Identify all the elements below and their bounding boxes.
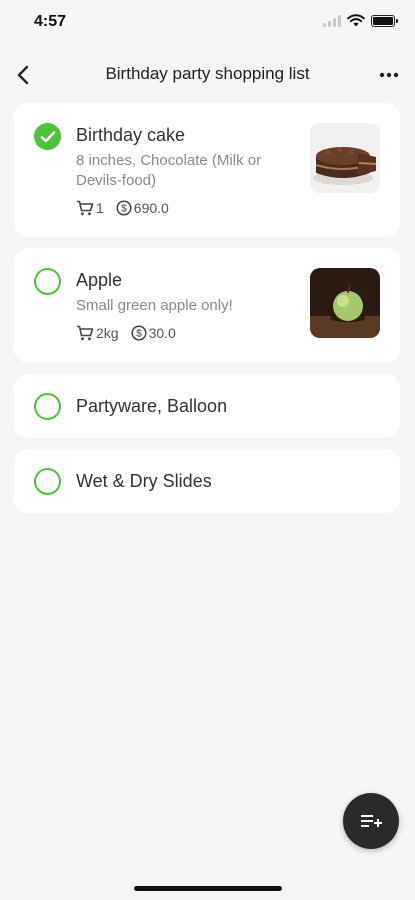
list-item-apple[interactable]: Apple Small green apple only! 2kg $ 30.0 (14, 248, 400, 363)
apple-image (310, 268, 380, 338)
item-title: Wet & Dry Slides (76, 471, 212, 491)
item-title: Partyware, Balloon (76, 396, 228, 416)
item-quantity: 1 (96, 200, 104, 216)
item-note: Small green apple only! (76, 297, 233, 314)
status-icons (323, 14, 398, 27)
status-bar: 4:57 (0, 0, 415, 46)
list-item-birthday-cake[interactable]: Birthday cake 8 inches, Chocolate (Milk … (14, 103, 400, 237)
playlist-add-icon (361, 815, 382, 827)
dollar-circle-icon: $ (131, 325, 147, 341)
wifi-icon (347, 14, 365, 27)
cart-icon (77, 200, 94, 216)
item-price: 30.0 (148, 325, 176, 341)
battery-icon (371, 14, 398, 27)
checkmark-icon (40, 131, 56, 143)
svg-text:$: $ (121, 204, 127, 215)
svg-text:$: $ (136, 329, 142, 340)
item-note: 8 inches, Chocolate (Milk or Devils-food… (76, 152, 262, 189)
item-checkbox[interactable] (34, 123, 61, 150)
item-quantity: 2kg (96, 325, 119, 341)
item-checkbox[interactable] (34, 268, 61, 295)
cake-image (310, 123, 380, 193)
nav-bar: Birthday party shopping list (0, 52, 415, 98)
item-meta: 2kg $ 30.0 (76, 325, 188, 341)
list-item-wet-dry-slides[interactable]: Wet & Dry Slides (14, 449, 400, 513)
list-item-partyware[interactable]: Partyware, Balloon (14, 374, 400, 438)
item-meta: 1 $ 690.0 (76, 200, 181, 216)
more-button[interactable] (375, 62, 403, 88)
cart-icon (77, 325, 94, 341)
cellular-signal-icon (323, 14, 341, 27)
more-horizontal-icon (379, 72, 399, 78)
status-time: 4:57 (34, 13, 67, 30)
item-price: 690.0 (133, 200, 169, 216)
dollar-circle-icon: $ (116, 200, 132, 216)
item-checkbox[interactable] (34, 468, 61, 495)
item-checkbox[interactable] (34, 393, 61, 420)
page-title: Birthday party shopping list (105, 64, 310, 83)
add-item-button[interactable] (343, 793, 399, 849)
home-indicator (134, 886, 282, 891)
item-title: Birthday cake (76, 125, 186, 145)
item-title: Apple (76, 270, 123, 290)
